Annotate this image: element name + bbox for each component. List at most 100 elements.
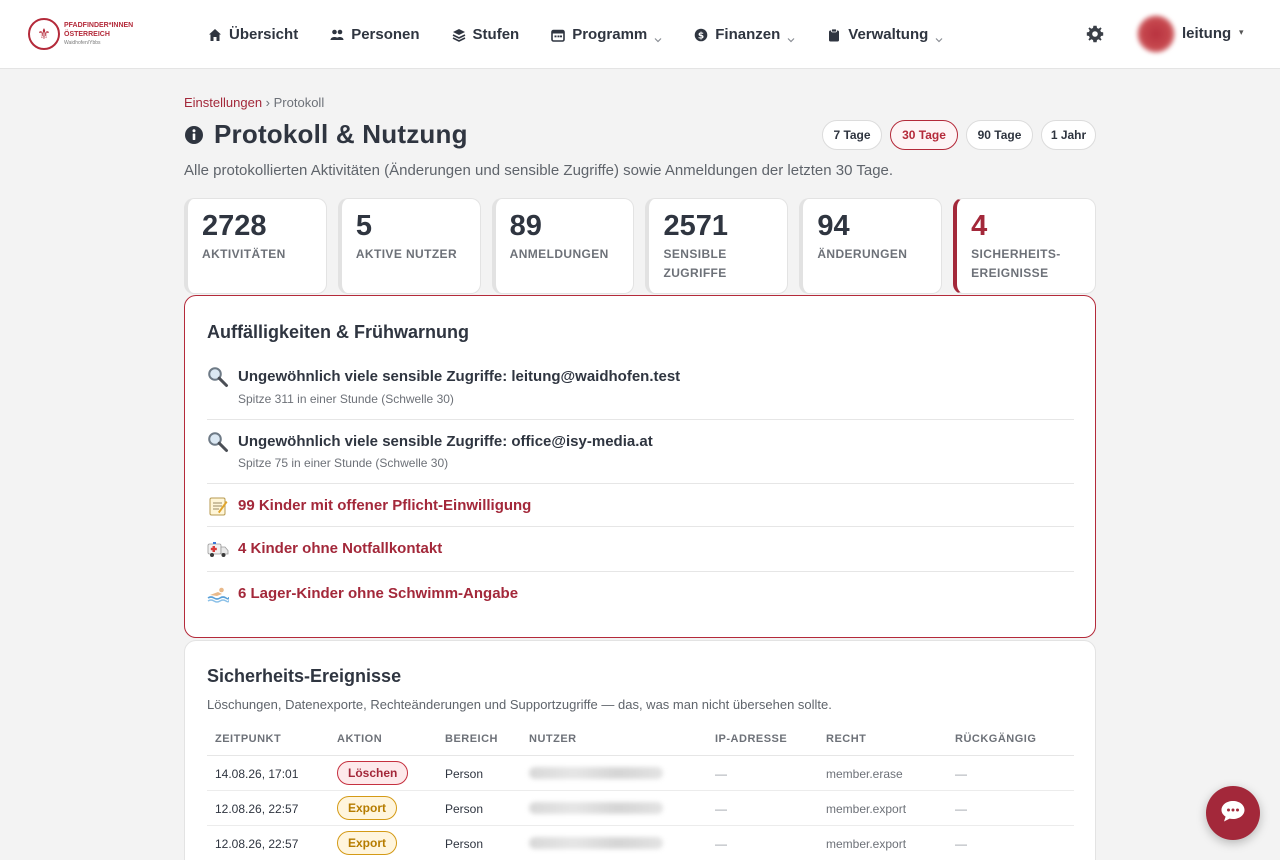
cell-time: 12.08.26, 22:57 [215,802,299,816]
range-button-7-tage[interactable]: 7 Tage [822,120,882,150]
chevron-down-icon [787,31,795,42]
layers-icon [452,28,466,42]
warning-item[interactable]: 6 Lager-Kinder ohne Schwimm-Angabe [207,582,1074,616]
nav-item-uebersicht[interactable]: Übersicht [208,26,298,43]
logo-text: PFADFINDER*INNEN ÖSTERREICH Waidhofen/Yb… [64,21,133,48]
warning-item[interactable]: 99 Kinder mit offener Pflicht-Einwilligu… [207,494,1074,527]
stat-value: 89 [509,210,542,242]
logo-line-2: ÖSTERREICH [64,30,110,38]
magnifier-icon [207,366,229,388]
stat-card-sicherheits-ereignisse: 4 SICHERHEITS-EREIGNISSE [953,198,1096,294]
stat-card-sensible-zugriffe: 2571 SENSIBLE ZUGRIFFE [645,198,789,294]
users-icon [330,28,344,42]
redacted-user [529,837,663,849]
chat-button[interactable] [1206,786,1260,840]
user-menu-caret-icon[interactable]: ▾ [1239,27,1244,38]
table-row[interactable]: 14.08.26, 17:01 Löschen Person — member.… [207,756,1074,791]
breadcrumb-current: Protokoll [273,95,325,110]
range-button-1-jahr[interactable]: 1 Jahr [1041,120,1096,150]
nav-item-programm[interactable]: Programm [551,26,662,43]
page-subtitle: Alle protokollierten Aktivitäten (Änderu… [184,162,894,179]
stat-label: AKTIVE NUTZER [355,247,458,261]
warning-subtext: Spitze 311 in einer Stunde (Schwelle 30) [238,392,454,406]
page-title-text: Protokoll & Nutzung [214,119,468,149]
magnifier-icon [207,431,229,453]
chat-bubble-icon [1220,799,1246,828]
lily-icon: ⚜ [28,18,60,50]
warning-title: 99 Kinder mit offener Pflicht-Einwilligu… [238,497,532,514]
stat-label: ÄNDERUNGEN [817,247,908,261]
swimmer-icon [207,583,230,605]
warning-subtext: Spitze 75 in einer Stunde (Schwelle 30) [238,456,449,470]
column-header-ip-adresse[interactable]: IP-ADRESSE [715,733,787,745]
avatar[interactable] [1137,15,1175,53]
range-button-90-tage[interactable]: 90 Tage [966,120,1033,150]
ambulance-icon [207,538,229,560]
time-range-selector: 7 Tage 30 Tage 90 Tage 1 Jahr [822,120,1096,150]
column-header-rueckgaengig[interactable]: RÜCKGÄNGIG [955,733,1036,745]
stat-value: 94 [817,210,850,242]
info-icon [184,125,204,145]
cell-right: member.erase [826,767,903,781]
logo-line-3: Waidhofen/Ybbs [64,39,101,46]
logo[interactable]: ⚜ PFADFINDER*INNEN ÖSTERREICH Waidhofen/… [28,17,140,51]
nav-label: Verwaltung [848,26,929,43]
cell-undo: — [955,767,967,781]
stat-value: 4 [971,210,988,242]
stat-value: 2571 [663,210,728,242]
main-nav: Übersicht Personen Stufen Programm $ Fin… [208,0,975,69]
redacted-user [529,802,663,814]
column-header-aktion[interactable]: AKTION [337,733,382,745]
dollar-icon: $ [694,28,708,42]
top-navbar: ⚜ PFADFINDER*INNEN ÖSTERREICH Waidhofen/… [0,0,1280,69]
nav-label: Übersicht [229,26,299,43]
breadcrumb-separator: › [262,95,274,110]
cell-ip: — [715,802,727,816]
cell-area: Person [445,767,484,781]
warning-item[interactable]: 4 Kinder ohne Notfallkontakt [207,538,1074,572]
cell-area: Person [445,837,484,851]
range-button-30-tage[interactable]: 30 Tage [890,120,958,150]
stat-card-aenderungen: 94 ÄNDERUNGEN [799,198,943,294]
gear-icon[interactable] [1086,25,1104,43]
warning-title: 6 Lager-Kinder ohne Schwimm-Angabe [238,585,519,602]
stat-label: AKTIVITÄTEN [202,247,286,261]
nav-item-personen[interactable]: Personen [330,26,420,43]
redacted-user [529,767,663,779]
column-header-bereich[interactable]: BEREICH [445,733,498,745]
column-header-nutzer[interactable]: NUTZER [529,733,577,745]
breadcrumb: Einstellungen › Protokoll [184,95,324,110]
warnings-card: Auffälligkeiten & Frühwarnung Ungewöhnli… [184,295,1096,638]
home-icon [208,28,222,42]
warnings-title: Auffälligkeiten & Frühwarnung [207,322,470,342]
cell-ip: — [715,837,727,851]
user-name[interactable]: leitung [1182,25,1231,42]
cell-time: 12.08.26, 22:57 [215,837,299,851]
nav-label: Personen [351,26,420,43]
page-title: Protokoll & Nutzung [184,119,468,150]
warning-item[interactable]: Ungewöhnlich viele sensible Zugriffe: le… [207,365,1074,420]
cell-right: member.export [826,837,907,851]
table-row[interactable]: 12.08.26, 22:57 Export Person — member.e… [207,826,1074,860]
nav-item-stufen[interactable]: Stufen [452,26,519,43]
cell-undo: — [955,802,967,816]
stats-row: 2728 AKTIVITÄTEN 5 AKTIVE NUTZER 89 ANME… [184,198,1096,294]
stat-card-anmeldungen: 89 ANMELDUNGEN [491,198,635,294]
column-header-recht[interactable]: RECHT [826,733,866,745]
stat-label: SICHERHEITS-EREIGNISSE [971,247,1061,280]
stat-card-aktivitaeten: 2728 AKTIVITÄTEN [184,198,327,294]
nav-label: Finanzen [715,26,781,43]
nav-item-finanzen[interactable]: $ Finanzen [694,26,795,43]
action-badge-export: Export [337,831,398,855]
calendar-icon [551,28,566,42]
cell-area: Person [445,802,484,816]
table-row[interactable]: 12.08.26, 22:57 Export Person — member.e… [207,791,1074,826]
security-description: Löschungen, Datenexporte, Rechteänderung… [207,697,832,712]
stat-label: SENSIBLE ZUGRIFFE [663,247,727,280]
nav-item-verwaltung[interactable]: Verwaltung [827,26,943,43]
stat-value: 5 [355,210,372,242]
breadcrumb-link-einstellungen[interactable]: Einstellungen [184,95,262,110]
column-header-zeitpunkt[interactable]: ZEITPUNKT [215,733,281,745]
warning-item[interactable]: Ungewöhnlich viele sensible Zugriffe: of… [207,430,1074,484]
chevron-down-icon [935,31,943,42]
